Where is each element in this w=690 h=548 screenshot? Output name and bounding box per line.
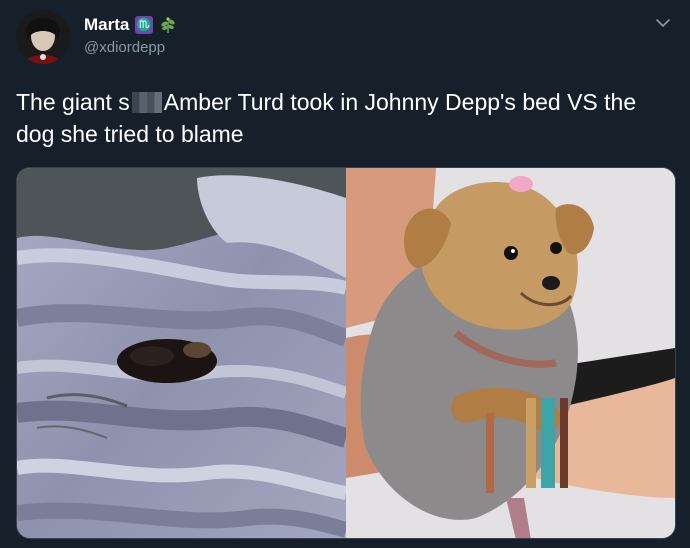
tweet-text-part-1: The giant s xyxy=(16,89,130,115)
censor-block xyxy=(131,92,162,113)
photo-bed-sheets[interactable] xyxy=(17,168,346,538)
scorpio-zodiac-icon: ♏ xyxy=(135,16,154,34)
tweet-card[interactable]: Marta ♏ @xdiordepp The giant s Amber Turd… xyxy=(0,0,690,548)
author-block: Marta ♏ @xdiordepp xyxy=(84,14,177,56)
media-grid xyxy=(16,167,676,539)
display-name[interactable]: Marta xyxy=(84,15,129,35)
avatar[interactable] xyxy=(16,10,70,64)
photo-yorkshire-terrier[interactable] xyxy=(346,168,675,538)
tweet-text: The giant s Amber Turd took in Johnny Dep… xyxy=(16,86,666,150)
handle[interactable]: @xdiordepp xyxy=(84,39,177,56)
chevron-down-icon[interactable] xyxy=(654,14,672,32)
herb-icon xyxy=(159,16,177,34)
